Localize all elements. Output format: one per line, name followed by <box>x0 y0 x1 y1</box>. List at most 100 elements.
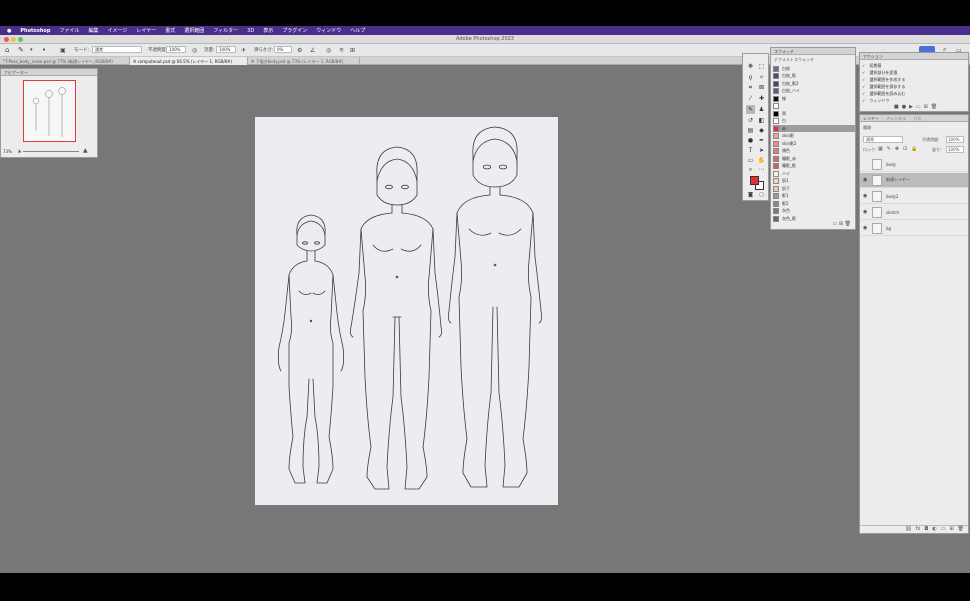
path-select-tool-icon[interactable]: ➤ <box>757 146 766 155</box>
new-group-icon[interactable]: ▭ <box>941 526 946 533</box>
blend-mode-select[interactable]: 通常 <box>863 136 903 143</box>
menu-file[interactable]: ファイル <box>59 27 79 34</box>
swatch-item[interactable]: skin影 <box>773 133 855 140</box>
home-icon[interactable]: ⌂ <box>5 46 9 54</box>
layer-name[interactable]: 新規レイヤー <box>886 177 910 183</box>
stamp-tool-icon[interactable]: ♟ <box>757 105 766 114</box>
pen-tool-icon[interactable]: ✒ <box>757 136 766 145</box>
foreground-color-swatch[interactable] <box>750 176 759 185</box>
screen-mode-icon[interactable]: ▢ <box>757 191 766 200</box>
apple-icon[interactable]: ● <box>7 28 11 34</box>
zoom-out-icon[interactable]: ▲ <box>18 148 21 153</box>
eye-icon[interactable]: ◉ <box>863 193 868 199</box>
navigator-header[interactable]: ナビゲーター <box>1 69 97 76</box>
swatch-item[interactable]: 影2 <box>773 200 855 207</box>
layer-name[interactable]: body2 <box>886 194 898 199</box>
add-mask-icon[interactable]: ◘ <box>924 526 928 533</box>
smoothing-options-gear-icon[interactable]: ⚙ <box>297 46 302 54</box>
swatch-item[interactable]: 肌1 <box>773 178 855 185</box>
eye-icon[interactable]: ◉ <box>863 177 868 183</box>
swatch-item[interactable]: 灰色 <box>773 208 855 215</box>
adjustment-layer-icon[interactable]: ◐ <box>932 526 936 533</box>
brush-settings-icon[interactable]: ▣ <box>60 46 66 54</box>
quick-select-tool-icon[interactable]: ✧ <box>757 73 766 82</box>
tab-layers[interactable]: レイヤー <box>863 116 879 121</box>
action-item[interactable]: ✓ 選択範囲を作成する <box>862 76 966 83</box>
layer-name[interactable]: bg <box>886 226 891 231</box>
checkmark-icon[interactable]: ✓ <box>862 98 865 103</box>
swatch-item[interactable]: 肌下 <box>773 185 855 192</box>
layer-style-icon[interactable]: fx <box>916 526 921 533</box>
swatch-item[interactable]: 白 <box>773 118 855 125</box>
symmetry-icon[interactable]: ⚟ <box>339 46 344 54</box>
marquee-tool-icon[interactable]: ⬚ <box>757 62 766 71</box>
more-tools-icon[interactable]: ⋯ <box>757 165 766 174</box>
zoom-in-icon[interactable]: ▲ <box>83 147 88 154</box>
menu-filter[interactable]: フィルター <box>213 27 238 34</box>
layer-row[interactable]: ◉ sketch <box>860 205 968 220</box>
layer-row[interactable]: ◉ 新規レイヤー <box>860 173 968 188</box>
opacity-field[interactable]: 100% <box>166 46 186 53</box>
action-item[interactable]: ✓ 選択範囲を保存する <box>862 83 966 90</box>
swatch-item[interactable]: 赤 <box>773 125 855 132</box>
swatch-item[interactable]: ハイ <box>773 170 855 177</box>
layer-opacity-field[interactable]: 100% <box>946 136 964 143</box>
checkmark-icon[interactable]: ✓ <box>862 70 865 75</box>
action-item[interactable]: ✓ ウィンドウ <box>862 97 966 104</box>
eye-icon[interactable]: ◉ <box>863 209 868 215</box>
smoothing-field[interactable]: 0% <box>274 46 292 53</box>
eraser-tool-icon[interactable]: ◧ <box>757 116 766 125</box>
tab-paths[interactable]: パス <box>913 116 921 121</box>
app-menu[interactable]: Photoshop <box>20 28 50 34</box>
swatch-item[interactable]: 瞳影_赤 <box>773 155 855 162</box>
menu-window[interactable]: ウィンドウ <box>316 27 341 34</box>
pressure-opacity-icon[interactable]: ◎ <box>192 46 197 54</box>
layer-row[interactable]: ◉ body2 <box>860 189 968 204</box>
checkmark-icon[interactable]: ✓ <box>862 91 865 96</box>
tab-document-1[interactable]: *T-Pose_body_noise.psd @ 77% (新規レイヤー, RG… <box>0 57 130 65</box>
zoom-tool-icon[interactable]: ⌕ <box>746 165 755 174</box>
menu-3d[interactable]: 3D <box>247 28 254 34</box>
actions-header[interactable]: アクション <box>860 53 968 60</box>
arrange-icon[interactable]: ⊞ <box>350 46 355 54</box>
swatches-footer-icons[interactable]: ▭ ⊞ 🗑 <box>833 221 851 227</box>
swatch-item[interactable]: skin影2 <box>773 140 855 147</box>
shape-tool-icon[interactable]: ▭ <box>746 156 755 165</box>
swatch-item[interactable]: 影1 <box>773 193 855 200</box>
menu-help[interactable]: ヘルプ <box>350 27 365 34</box>
tab-document-3[interactable]: ※ 下描きbody.psd @ 73% (レイヤー 1, RGB/8#) <box>248 57 360 65</box>
swatches-header[interactable]: スウォッチ <box>771 48 855 55</box>
swatch-item[interactable]: 線 <box>773 95 855 102</box>
brush-tool-preset-icon[interactable]: ✎ <box>18 46 24 54</box>
menu-view[interactable]: 表示 <box>263 27 273 34</box>
mode-select[interactable]: 通常 <box>92 46 142 53</box>
eye-icon[interactable]: ◉ <box>863 225 868 231</box>
menu-select[interactable]: 選択範囲 <box>184 27 204 34</box>
layer-row[interactable]: body <box>860 157 968 172</box>
chevron-down-icon[interactable]: ▾ <box>30 46 33 54</box>
layer-kind-filter-label[interactable]: 種類 <box>863 125 871 131</box>
navigator-thumbnail[interactable] <box>23 80 76 142</box>
lock-icons[interactable]: ▦✎✥⊡🔒 <box>878 146 922 152</box>
menu-layer[interactable]: レイヤー <box>136 27 156 34</box>
swatch-item[interactable] <box>773 103 855 110</box>
swatch-item[interactable]: 白桜_影2 <box>773 80 855 87</box>
healing-tool-icon[interactable]: ✚ <box>757 94 766 103</box>
crop-tool-icon[interactable]: ⌗ <box>746 83 755 92</box>
blur-tool-icon[interactable]: ◆ <box>757 126 766 135</box>
airbrush-icon[interactable]: ✈ <box>241 46 246 54</box>
menu-image[interactable]: イメージ <box>107 27 127 34</box>
actions-footer-icons[interactable]: ■●▶▭⊞🗑 <box>894 104 940 110</box>
swatch-item[interactable]: 瞳影_影 <box>773 163 855 170</box>
checkmark-icon[interactable]: ✓ <box>862 77 865 82</box>
action-item[interactable]: ✓ 初期値 <box>862 62 966 69</box>
menu-edit[interactable]: 編集 <box>88 27 98 34</box>
checkmark-icon[interactable]: ✓ <box>862 84 865 89</box>
type-tool-icon[interactable]: T <box>746 146 755 155</box>
layer-name[interactable]: sketch <box>886 210 899 215</box>
dodge-tool-icon[interactable]: ● <box>746 136 755 145</box>
frame-tool-icon[interactable]: ⊠ <box>757 83 766 92</box>
brush-size-icon[interactable]: • <box>42 46 46 54</box>
angle-icon[interactable]: ∠ <box>310 46 315 54</box>
swatch-item[interactable]: 黒 <box>773 110 855 117</box>
